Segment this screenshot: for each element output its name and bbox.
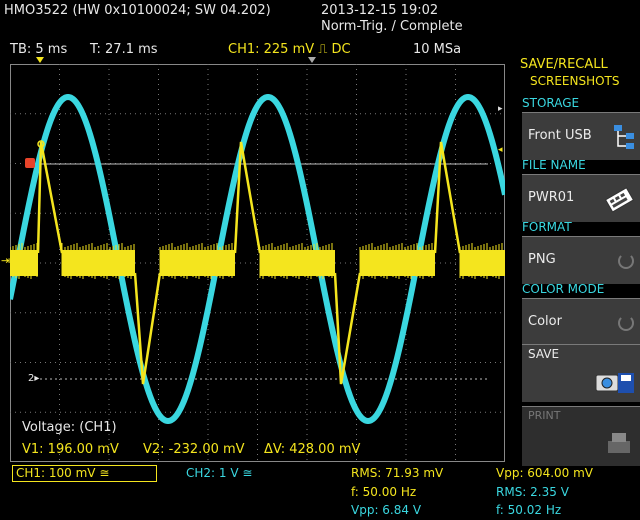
print-button[interactable]: PRINT — [522, 406, 640, 466]
ch1-vpp: Vpp: 604.00 mV — [496, 466, 594, 480]
ch2-ground-marker[interactable]: 2▸ — [28, 373, 39, 384]
trigger-level-arrow-icon: ◂ — [498, 145, 503, 155]
ch2-frequency: f: 50.02 Hz — [496, 503, 562, 517]
cursor-v2: V2: -232.00 mV — [143, 442, 245, 457]
cursor-v1: V1: 196.00 mV — [22, 442, 119, 457]
cursor-measure-title: Voltage: (CH1) — [22, 420, 117, 435]
format-value: PNG — [528, 252, 556, 267]
ch2-scale-button[interactable]: CH2: 1 V ≅ — [186, 466, 252, 480]
format-button[interactable]: PNG — [522, 236, 640, 284]
trigger-time-readout[interactable]: T: 27.1 ms — [90, 42, 158, 57]
rotary-icon — [618, 315, 634, 331]
device-title: HMO3522 (HW 0x10100024; SW 04.202) — [4, 3, 271, 18]
sample-rate-readout: 10 MSa — [413, 42, 462, 57]
ch1-scale-button[interactable]: CH1: 100 mV ≅ — [12, 465, 157, 482]
storage-value: Front USB — [528, 128, 592, 143]
color-mode-label: COLOR MODE — [522, 282, 605, 296]
ch2-vpp: Vpp: 6.84 V — [351, 503, 422, 517]
usb-folder-icon — [614, 125, 634, 149]
storage-button[interactable]: Front USB — [522, 112, 640, 160]
trigger-status: Norm-Trig. / Complete — [321, 19, 463, 34]
save-button[interactable]: SAVE — [522, 344, 640, 402]
storage-label: STORAGE — [522, 96, 580, 110]
datetime: 2013-12-15 19:02 — [321, 3, 439, 18]
file-name-button[interactable]: PWR01 — [522, 174, 640, 222]
panel-title: SAVE/RECALL — [520, 57, 608, 72]
rotary-icon — [618, 253, 634, 269]
keyboard-edit-icon — [604, 187, 634, 213]
ch1-rms: RMS: 71.93 mV — [351, 466, 444, 480]
trigger-level-marker[interactable] — [25, 158, 35, 168]
file-name-label: FILE NAME — [522, 158, 586, 172]
file-name-value: PWR01 — [528, 190, 575, 205]
center-marker — [308, 57, 316, 63]
cursor-delta-v: ΔV: 428.00 mV — [264, 442, 361, 457]
print-label: PRINT — [528, 409, 561, 422]
menu-arrow-icon: ▸ — [498, 104, 503, 114]
printer-icon — [608, 433, 630, 453]
format-label: FORMAT — [522, 220, 572, 234]
color-mode-button[interactable]: Color — [522, 298, 640, 346]
panel-subtitle: SCREENSHOTS — [530, 74, 620, 88]
timebase-readout[interactable]: TB: 5 ms — [10, 42, 67, 57]
save-label: SAVE — [528, 347, 560, 361]
waveform-display[interactable] — [10, 64, 505, 462]
color-mode-value: Color — [528, 314, 562, 329]
ch1-frequency: f: 50.00 Hz — [351, 485, 417, 499]
trigger-position-marker — [36, 57, 44, 63]
camera-save-icon — [595, 373, 634, 393]
channel-readout[interactable]: CH1: 225 mV ⎍ DC — [228, 42, 351, 57]
ch2-rms: RMS: 2.35 V — [496, 485, 569, 499]
ch1-ground-marker[interactable]: ⇥ — [1, 254, 10, 267]
